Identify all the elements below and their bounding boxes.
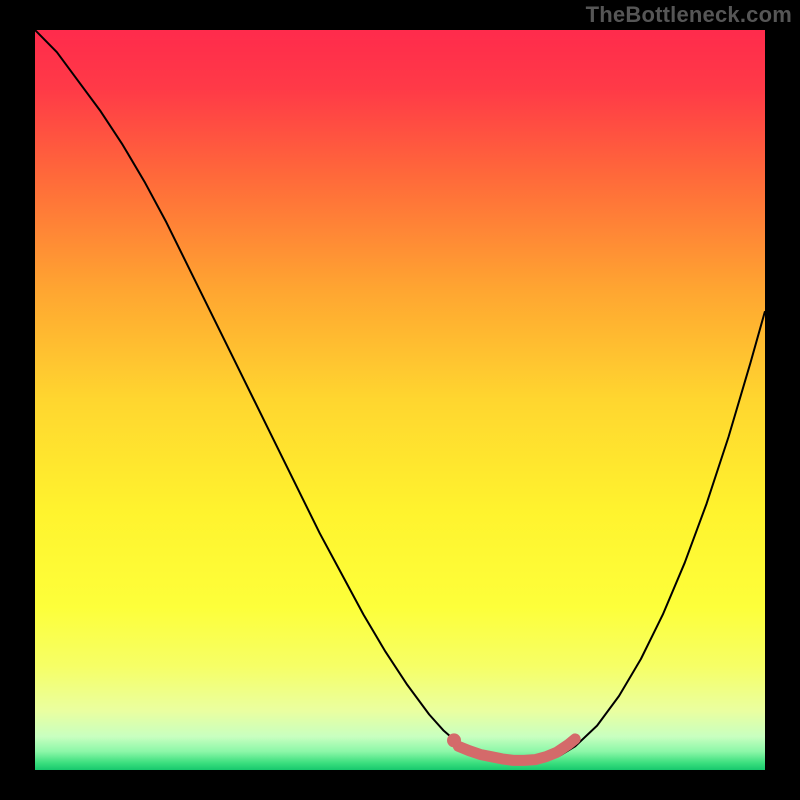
chart-container: TheBottleneck.com: [0, 0, 800, 800]
plot-area: [35, 30, 765, 770]
current-point: [447, 733, 461, 747]
gradient-background: [35, 30, 765, 770]
chart-svg: [35, 30, 765, 770]
watermark-text: TheBottleneck.com: [586, 2, 792, 28]
